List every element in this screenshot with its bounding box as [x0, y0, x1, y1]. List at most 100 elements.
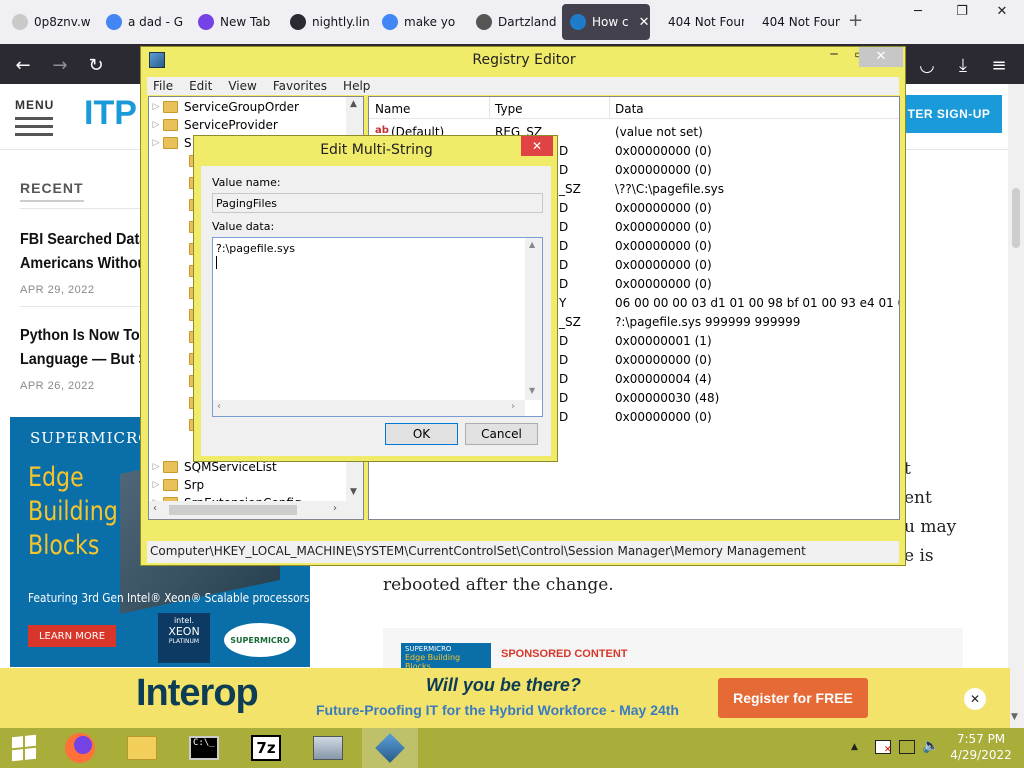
browser-tab[interactable]: Dartzland: [468, 4, 556, 40]
scroll-left-icon[interactable]: ‹: [153, 503, 157, 514]
interop-banner[interactable]: Interop Will you be there? Future-Proofi…: [0, 668, 1010, 728]
edit-multi-string-dialog: Edit Multi-String ✕ Value name: PagingFi…: [193, 135, 558, 462]
new-tab-button[interactable]: +: [848, 10, 863, 31]
reload-button[interactable]: ↻: [83, 52, 109, 78]
action-center-icon[interactable]: ✕: [875, 740, 892, 755]
browser-tab[interactable]: nightly.lin: [282, 4, 370, 40]
scroll-right-icon[interactable]: ›: [333, 503, 337, 514]
tree-item[interactable]: ▷ S: [149, 134, 192, 152]
regedit-minimize-button[interactable]: ─: [821, 47, 847, 67]
ad-learn-more-button[interactable]: LEARN MORE: [28, 625, 116, 647]
textarea-vscrollbar[interactable]: ▲ ▼: [525, 238, 542, 400]
regedit-close-button[interactable]: ✕: [859, 47, 903, 67]
banner-close-button[interactable]: ✕: [964, 688, 986, 710]
scroll-down-icon[interactable]: ▼: [1011, 712, 1018, 722]
column-data[interactable]: Data: [615, 102, 644, 116]
tree-hscrollbar[interactable]: ‹ ›: [149, 501, 363, 519]
menu-button[interactable]: MENU: [15, 98, 55, 120]
value-data-textarea[interactable]: ?:\pagefile.sys ▲ ▼ ‹ ›: [212, 237, 543, 417]
tab-favicon-icon: [382, 14, 398, 30]
reload-icon: ↻: [88, 54, 104, 76]
banner-subtitle: Future-Proofing IT for the Hybrid Workfo…: [316, 702, 679, 718]
browser-tab[interactable]: How c ✕: [562, 4, 650, 40]
terminal-icon: C:\_: [189, 736, 219, 760]
browser-tab[interactable]: 0p8znv.w: [4, 4, 94, 40]
app-menu-button[interactable]: ≡: [986, 52, 1012, 78]
taskbar-app[interactable]: [300, 728, 356, 768]
textarea-hscrollbar[interactable]: ‹ ›: [213, 400, 525, 416]
show-hidden-icons[interactable]: ▲: [851, 742, 858, 752]
tree-item[interactable]: ▷ ServiceProvider: [149, 116, 278, 134]
scrollbar-thumb[interactable]: [1012, 188, 1020, 248]
back-button[interactable]: ←: [10, 52, 36, 78]
cancel-button[interactable]: Cancel: [465, 423, 538, 445]
column-type[interactable]: Type: [495, 102, 523, 116]
taskbar-explorer[interactable]: [114, 728, 170, 768]
hscroll-thumb[interactable]: [169, 505, 297, 515]
expand-chevron-icon[interactable]: ▷: [149, 462, 163, 472]
value-name-field[interactable]: PagingFiles: [212, 193, 543, 213]
browser-tab[interactable]: New Tab: [190, 4, 278, 40]
clock[interactable]: 7:57 PM 4/29/2022: [946, 732, 1016, 762]
scroll-down-icon[interactable]: ▼: [350, 487, 357, 497]
expand-chevron-icon[interactable]: ▷: [149, 102, 163, 112]
dialog-close-button[interactable]: ✕: [521, 136, 553, 156]
browser-tab[interactable]: make yo: [374, 4, 464, 40]
regedit-icon: [375, 733, 405, 763]
network-icon[interactable]: [899, 740, 915, 754]
taskbar-cmd[interactable]: C:\_: [176, 728, 232, 768]
start-button[interactable]: [0, 728, 48, 768]
back-arrow-icon: ←: [15, 54, 31, 76]
menu-help[interactable]: Help: [343, 79, 370, 93]
scroll-left-icon[interactable]: ‹: [217, 401, 221, 412]
ok-button[interactable]: OK: [385, 423, 458, 445]
tree-item[interactable]: ▷ ServiceGroupOrder: [149, 98, 299, 116]
newsletter-signup-button[interactable]: TER SIGN-UP: [896, 95, 1002, 133]
dialog-body: Value name: PagingFiles Value data: ?:\p…: [201, 166, 551, 456]
scroll-right-icon[interactable]: ›: [511, 401, 515, 412]
minimize-button[interactable]: ─: [896, 0, 940, 22]
expand-chevron-icon[interactable]: ▷: [149, 480, 163, 490]
value-type: D: [559, 144, 569, 158]
ad-tagline: Featuring 3rd Gen Intel® Xeon® Scalable …: [28, 591, 310, 605]
intel-xeon-badge: intel. XEON PLATINUM: [158, 613, 210, 663]
ok-label: OK: [412, 427, 431, 441]
page-scrollbar[interactable]: ▼: [1008, 84, 1024, 728]
browser-tab[interactable]: a dad - G: [98, 4, 186, 40]
menu-file[interactable]: File: [153, 79, 173, 93]
taskbar-firefox[interactable]: [52, 728, 108, 768]
browser-tab[interactable]: 404 Not Foun: [748, 4, 840, 40]
tree-item[interactable]: ▷ Srp: [149, 476, 205, 494]
register-button[interactable]: Register for FREE: [718, 678, 868, 718]
tab-close-icon[interactable]: ✕: [639, 15, 650, 30]
close-window-button[interactable]: ✕: [980, 0, 1024, 22]
pocket-button[interactable]: ◡: [914, 52, 940, 78]
column-name[interactable]: Name: [375, 102, 410, 116]
scroll-up-icon[interactable]: ▲: [350, 99, 357, 109]
browser-tab[interactable]: 404 Not Foun: [654, 4, 744, 40]
article-text-fragment: u may: [904, 517, 957, 537]
article-paragraph-line: rebooted after the change.: [383, 575, 614, 595]
article-text-fragment: e is: [904, 546, 934, 566]
expand-chevron-icon[interactable]: ▷: [149, 120, 163, 130]
value-data: 0x00000000 (0): [615, 277, 712, 291]
menu-edit[interactable]: Edit: [189, 79, 212, 93]
site-logo[interactable]: ITP: [84, 94, 137, 133]
taskbar-regedit[interactable]: [362, 728, 418, 768]
volume-icon[interactable]: 🔈: [922, 738, 939, 754]
value-data: 0x00000004 (4): [615, 372, 712, 386]
restore-button[interactable]: ❐: [940, 0, 984, 22]
downloads-button[interactable]: ⤓: [950, 52, 976, 78]
forward-button[interactable]: →: [47, 52, 73, 78]
menu-favorites[interactable]: Favorites: [273, 79, 327, 93]
taskbar-7zip[interactable]: 7z: [238, 728, 294, 768]
scroll-down-icon[interactable]: ▼: [529, 386, 535, 395]
expand-chevron-icon[interactable]: ▷: [149, 138, 163, 148]
tree-item-label: S: [184, 136, 192, 150]
value-type: D: [559, 391, 569, 405]
browser-tab-strip: 0p8znv.w a dad - G New Tab nightly.lin make …: [0, 0, 1024, 44]
folder-icon: [163, 101, 178, 113]
value-data: (value not set): [615, 125, 703, 139]
scroll-up-icon[interactable]: ▲: [529, 240, 535, 249]
menu-view[interactable]: View: [228, 79, 256, 93]
